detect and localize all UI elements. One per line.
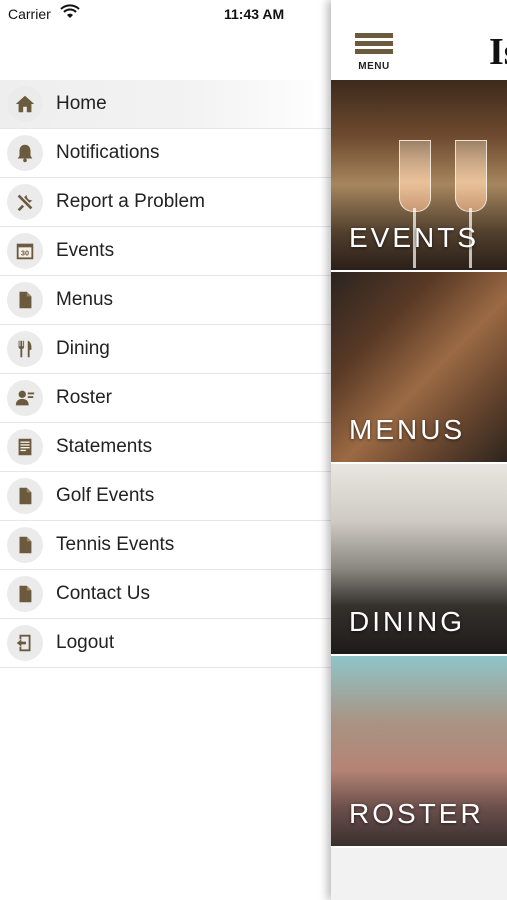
hamburger-line bbox=[355, 49, 393, 54]
menu-item-roster[interactable]: Roster bbox=[0, 374, 331, 423]
document-icon bbox=[7, 527, 43, 563]
menu-item-dining[interactable]: Dining bbox=[0, 325, 331, 374]
document-icon bbox=[7, 282, 43, 318]
menu-item-notifications[interactable]: Notifications bbox=[0, 129, 331, 178]
menu-item-tennis-events[interactable]: Tennis Events bbox=[0, 521, 331, 570]
hamburger-line bbox=[355, 33, 393, 38]
menu-item-label: Logout bbox=[56, 632, 115, 653]
calendar-icon: 30 bbox=[7, 233, 43, 269]
menu-item-contact-us[interactable]: Contact Us bbox=[0, 570, 331, 619]
statement-icon bbox=[7, 429, 43, 465]
menu-item-statements[interactable]: Statements bbox=[0, 423, 331, 472]
menu-item-label: Report a Problem bbox=[56, 191, 205, 212]
people-icon bbox=[7, 380, 43, 416]
tile-next[interactable] bbox=[331, 848, 507, 900]
logout-icon bbox=[7, 625, 43, 661]
menu-item-home[interactable]: Home bbox=[0, 80, 331, 129]
tile-dining[interactable]: DINING bbox=[331, 464, 507, 654]
menu-item-golf-events[interactable]: Golf Events bbox=[0, 472, 331, 521]
menu-item-label: Golf Events bbox=[56, 485, 155, 506]
tools-icon bbox=[7, 184, 43, 220]
document-icon bbox=[7, 478, 43, 514]
tile-events[interactable]: EVENTS bbox=[331, 80, 507, 270]
menu-button[interactable]: MENU bbox=[355, 33, 393, 73]
carrier-label: Carrier bbox=[8, 6, 51, 22]
menu-item-label: Dining bbox=[56, 338, 110, 359]
document-icon bbox=[7, 576, 43, 612]
menu-item-label: Roster bbox=[56, 387, 112, 408]
calendar-day: 30 bbox=[21, 249, 29, 258]
hamburger-line bbox=[355, 41, 393, 46]
side-drawer: Home Notifications Report a Problem 30 E… bbox=[0, 80, 331, 668]
tile-menus[interactable]: MENUS bbox=[331, 272, 507, 462]
menu-item-label: Events bbox=[56, 240, 115, 261]
menu-item-report-a-problem[interactable]: Report a Problem bbox=[0, 178, 331, 227]
tile-roster[interactable]: ROSTER bbox=[331, 656, 507, 846]
tile-label: EVENTS bbox=[349, 222, 480, 253]
menu-item-label: Tennis Events bbox=[56, 534, 175, 555]
app-header: MENU Is bbox=[331, 0, 507, 80]
menu-item-events[interactable]: 30 Events bbox=[0, 227, 331, 276]
wine-glass-image bbox=[455, 140, 487, 212]
bell-icon bbox=[7, 135, 43, 171]
tile-label: ROSTER bbox=[349, 798, 484, 829]
menu-item-menus[interactable]: Menus bbox=[0, 276, 331, 325]
tile-label: MENUS bbox=[349, 414, 466, 445]
menu-item-label: Contact Us bbox=[56, 583, 150, 604]
fork-knife-icon bbox=[7, 331, 43, 367]
club-logo: Is bbox=[489, 31, 507, 73]
tile-label: DINING bbox=[349, 606, 465, 637]
menu-item-label: Statements bbox=[56, 436, 153, 457]
menu-item-logout[interactable]: Logout bbox=[0, 619, 331, 668]
clock: 11:43 AM bbox=[224, 6, 285, 22]
menu-item-label: Menus bbox=[56, 289, 114, 310]
menu-item-label: Home bbox=[56, 93, 107, 114]
menu-item-label: Notifications bbox=[56, 142, 160, 163]
main-content: MENU Is EVENTS MENUS DINING ROSTER bbox=[331, 0, 507, 900]
home-icon bbox=[7, 86, 43, 122]
menu-button-label: MENU bbox=[358, 61, 390, 72]
wine-glass-image bbox=[399, 140, 431, 212]
wifi-icon bbox=[60, 4, 80, 18]
